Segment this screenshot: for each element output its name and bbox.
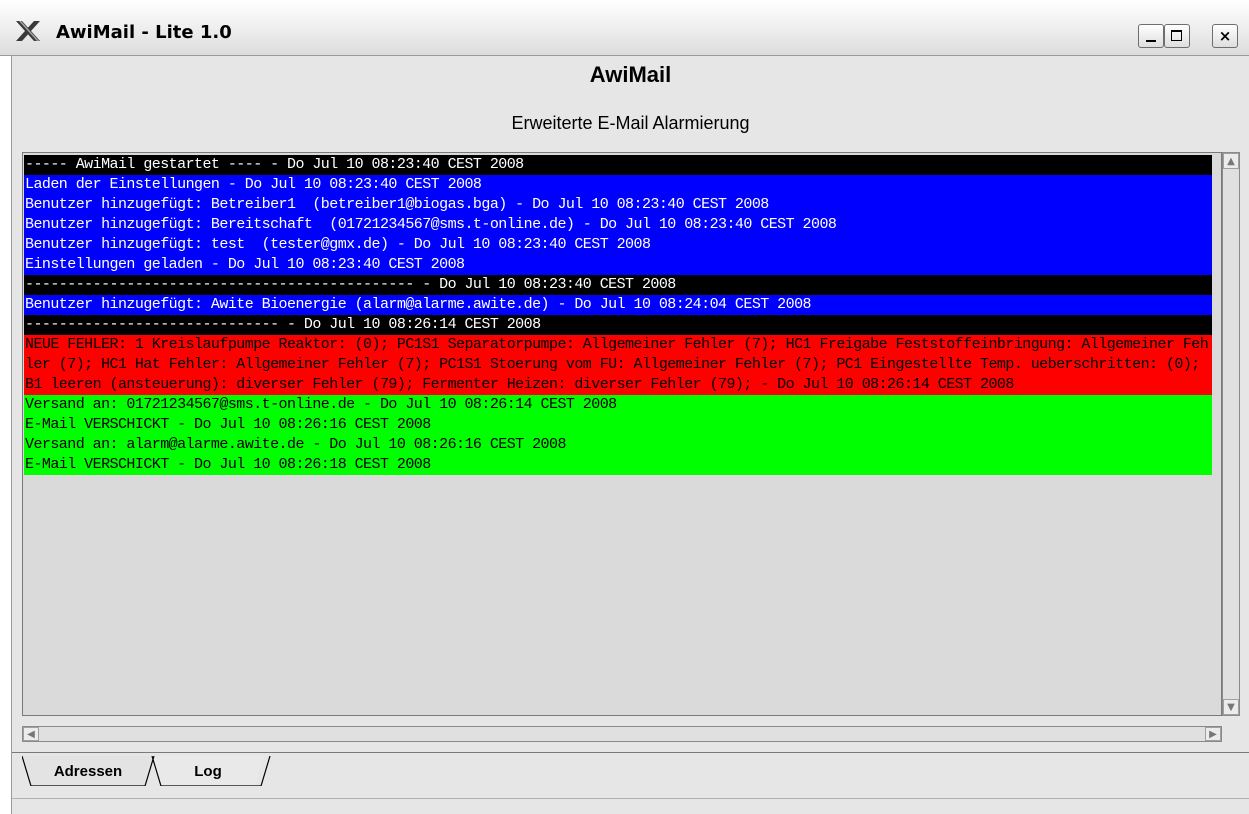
close-icon: × xyxy=(1218,27,1232,45)
log-line: ------------------------------ - Do Jul … xyxy=(24,315,1212,335)
log-line: E-Mail VERSCHICKT - Do Jul 10 08:26:18 C… xyxy=(24,455,1212,475)
minimize-button[interactable] xyxy=(1138,24,1164,48)
scroll-left-arrow-icon[interactable]: ◀ xyxy=(23,727,39,741)
tab-log[interactable]: Log xyxy=(152,756,264,786)
log-line: Versand an: 01721234567@sms.t-online.de … xyxy=(24,395,1212,415)
log-lines: ----- AwiMail gestartet ---- - Do Jul 10… xyxy=(24,155,1212,475)
scroll-right-arrow-icon[interactable]: ▶ xyxy=(1205,727,1221,741)
log-line: Laden der Einstellungen - Do Jul 10 08:2… xyxy=(24,175,1212,195)
tab-divider xyxy=(12,752,1249,753)
log-line: Einstellungen geladen - Do Jul 10 08:23:… xyxy=(24,255,1212,275)
app-subtitle: Erweiterte E-Mail Alarmierung xyxy=(511,113,750,133)
scroll-up-arrow-icon[interactable]: ▲ xyxy=(1223,153,1239,169)
log-line: Benutzer hinzugefügt: Awite Bioenergie (… xyxy=(24,295,1212,315)
log-line: Benutzer hinzugefügt: Betreiber1 (betrei… xyxy=(24,195,1212,215)
app-title: AwiMail xyxy=(589,62,672,87)
log-line: Versand an: alarm@alarme.awite.de - Do J… xyxy=(24,435,1212,455)
maximize-icon xyxy=(1171,30,1182,41)
log-line: ----- AwiMail gestartet ---- - Do Jul 10… xyxy=(24,155,1212,175)
log-line-error: NEUE FEHLER: 1 Kreislaufpumpe Reaktor: (… xyxy=(24,335,1212,395)
maximize-button[interactable] xyxy=(1164,24,1190,48)
app-window: AwiMail - Lite 1.0 × AwiMail Erweiterte … xyxy=(0,0,1249,814)
log-text-area[interactable]: ----- AwiMail gestartet ---- - Do Jul 10… xyxy=(22,152,1222,716)
x-logo-icon xyxy=(16,21,40,41)
window-title: AwiMail - Lite 1.0 xyxy=(56,22,232,43)
status-bar xyxy=(12,798,1249,814)
title-bar[interactable]: AwiMail - Lite 1.0 × xyxy=(0,0,1249,56)
log-line: Benutzer hinzugefügt: test (tester@gmx.d… xyxy=(24,235,1212,255)
minimize-icon xyxy=(1146,40,1156,42)
log-line: ----------------------------------------… xyxy=(24,275,1212,295)
vertical-scrollbar[interactable]: ▲ ▼ xyxy=(1222,152,1240,716)
tab-bar: Adressen Log xyxy=(12,742,1249,792)
scroll-down-arrow-icon[interactable]: ▼ xyxy=(1223,699,1239,715)
log-line: E-Mail VERSCHICKT - Do Jul 10 08:26:16 C… xyxy=(24,415,1212,435)
tab-adressen[interactable]: Adressen xyxy=(22,756,154,786)
window-frame-left xyxy=(0,56,12,814)
close-button[interactable]: × xyxy=(1212,24,1238,48)
horizontal-scrollbar[interactable]: ◀ ▶ xyxy=(22,726,1222,742)
log-line: Benutzer hinzugefügt: Bereitschaft (0172… xyxy=(24,215,1212,235)
